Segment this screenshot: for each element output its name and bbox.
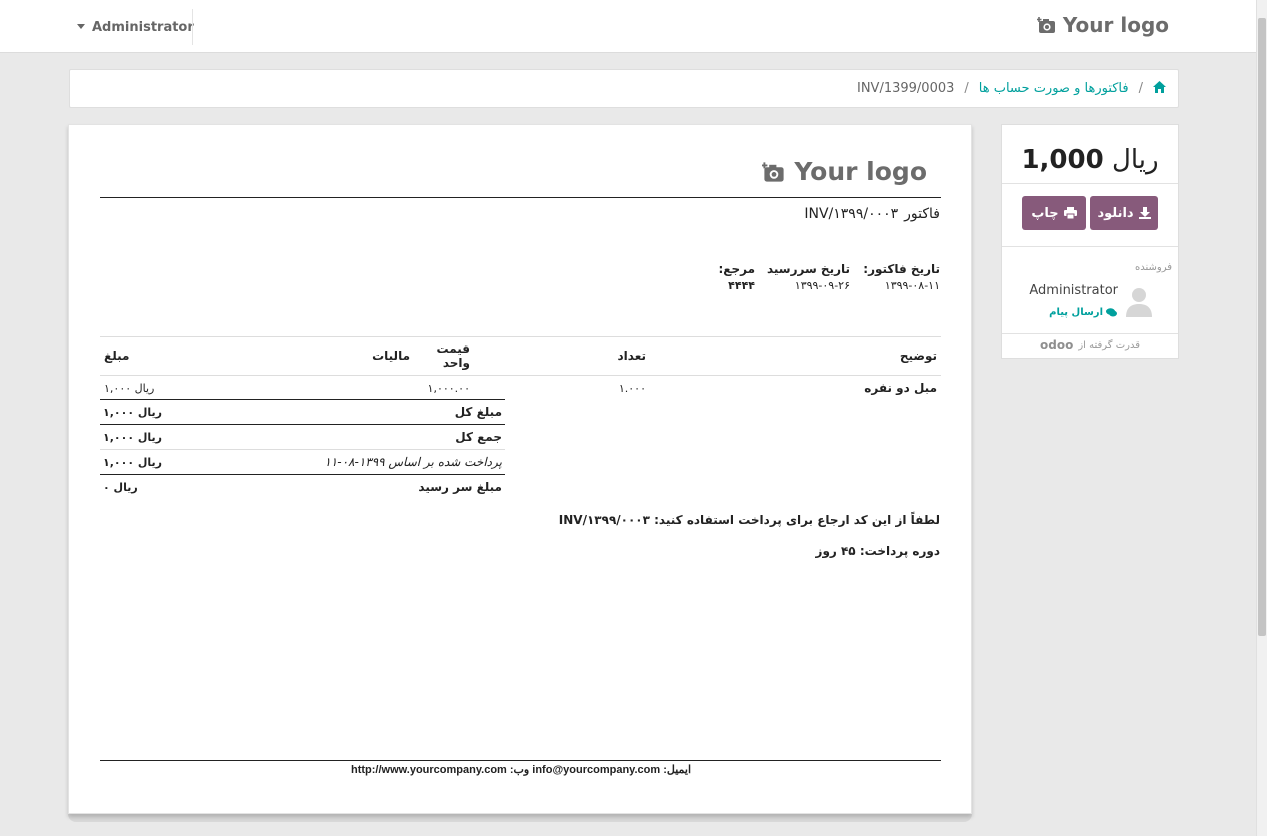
print-label: چاپ [1031,205,1059,221]
top-navbar: Administrator Your logo [0,0,1256,53]
paid-label: پرداخت شده بر اساس ۱۳۹۹-۰۸-۱۱ [205,449,505,475]
amount-currency: ریال [1111,145,1159,175]
total-row-grand: ۱,۰۰۰ ریال جمع کل [100,424,505,450]
seller-name: Administrator [1029,283,1118,298]
invoice-amount: 1,000 ریال [1002,145,1178,175]
line-taxes [340,376,410,401]
powered-by-label: قدرت گرفته از [1078,339,1141,351]
brand-text: Your logo [1062,13,1169,37]
panel-divider [1002,246,1178,247]
col-taxes: مالیات [340,336,410,376]
download-label: دانلود [1097,205,1134,221]
invoice-date-label: تاریخ فاکتور: [863,262,940,276]
user-name: Administrator [92,19,194,35]
col-unit-price: قیمت واحد [410,336,470,376]
invoice-logo-text: Your logo [794,157,927,186]
amount-due: ۰ ریال [100,474,206,500]
line-quantity: ۱.۰۰۰ [618,381,646,395]
invoice-date: تاریخ فاکتور: ۱۳۹۹-۰۸-۱۱ [863,262,940,292]
download-icon [1138,207,1151,219]
print-icon [1063,207,1077,219]
brand-logo[interactable]: Your logo [1036,13,1169,37]
camera-plus-icon [1036,17,1055,33]
invoice-date-value: ۱۳۹۹-۰۸-۱۱ [884,279,940,292]
reference-label: مرجع: [718,262,755,276]
footer-rule [100,760,941,761]
due-date: تاریخ سررسید ۱۳۹۹-۰۹-۲۶ [767,262,850,292]
table-header-row: مبلغ مالیات قیمت واحد تعداد توضیح [100,336,941,376]
total-row-paid: ۱,۰۰۰ ریال پرداخت شده بر اساس ۱۳۹۹-۰۸-۱۱ [100,449,505,475]
col-quantity: تعداد [470,336,650,376]
scrollbar-thumb[interactable] [1258,18,1266,636]
breadcrumb-separator: / [964,81,969,96]
user-menu[interactable]: Administrator [77,17,194,37]
reference: مرجع: ۴۴۴۴ [718,262,755,292]
grand-total-label: جمع کل [205,424,505,450]
send-message-label: ارسال پیام [1049,307,1103,318]
navbar-divider [192,9,193,45]
print-button[interactable]: چاپ [1022,196,1086,230]
invoice-lines-table: مبلغ مالیات قیمت واحد تعداد توضیح ۱,۰۰۰ … [100,336,941,401]
breadcrumb-current: INV/1399/0003 [857,81,955,96]
invoice-summary-panel: 1,000 ریال دانلود چاپ فروشنده Administra… [1001,124,1179,359]
table-row: ۱,۰۰۰ ریال ۱,۰۰۰.۰۰ ۱.۰۰۰ مبل دو نفره [100,376,941,401]
camera-plus-icon [762,161,784,182]
payment-terms-note: دوره پرداخت: ۴۵ روز [815,544,940,558]
grand-total-amount: ۱,۰۰۰ ریال [100,424,206,450]
invoice-footer: ایمیل: info@yourcompany.com وب: http://w… [350,764,692,776]
avatar [1126,288,1152,317]
reference-value: ۴۴۴۴ [728,279,755,292]
panel-divider [1002,183,1178,184]
header-rule [100,197,941,198]
invoice-document: Your logo فاکتور INV/۱۳۹۹/۰۰۰۳ تاریخ فاک… [68,124,972,814]
panel-divider [1002,333,1178,334]
breadcrumb-invoices-link[interactable]: فاکتورها و صورت حساب ها [979,81,1129,96]
col-description: توضیح [650,336,941,376]
comments-icon [1106,308,1117,317]
subtotal-amount: ۱,۰۰۰ ریال [100,399,206,425]
total-row-subtotal: ۱,۰۰۰ ریال مبلغ کل [100,399,505,425]
caret-down-icon [77,24,85,29]
download-button[interactable]: دانلود [1090,196,1158,230]
breadcrumb: / فاکتورها و صورت حساب ها / INV/1399/000… [69,69,1179,108]
invoice-title-label: فاکتور [904,206,940,222]
invoice-number: INV/۱۳۹۹/۰۰۰۳ [804,206,899,222]
due-date-value: ۱۳۹۹-۰۹-۲۶ [794,279,850,292]
line-amount: ۱,۰۰۰ ریال [104,381,155,395]
totals-table: ۱,۰۰۰ ریال مبلغ کل ۱,۰۰۰ ریال جمع کل ۱,۰… [100,399,505,500]
seller-label: فروشنده [1134,262,1172,273]
col-amount: مبلغ [100,336,340,376]
line-description: مبل دو نفره [864,381,937,396]
line-unit-price: ۱,۰۰۰.۰۰ [427,381,470,395]
total-row-due: ۰ ریال مبلغ سر رسید [100,474,505,500]
home-icon[interactable] [1153,80,1166,97]
payment-reference-note: لطفاً از این کد ارجاع برای پرداخت استفاد… [558,513,940,527]
powered-by: قدرت گرفته از odoo [1002,338,1178,352]
invoice-title: فاکتور INV/۱۳۹۹/۰۰۰۳ [804,206,940,222]
send-message-link[interactable]: ارسال پیام [1049,307,1117,318]
amount-value: 1,000 [1021,145,1104,175]
due-date-label: تاریخ سررسید [766,262,850,276]
subtotal-label: مبلغ کل [205,399,505,425]
breadcrumb-separator: / [1138,81,1143,96]
paid-amount: ۱,۰۰۰ ریال [100,449,206,475]
odoo-logo[interactable]: odoo [1040,338,1073,352]
amount-due-label: مبلغ سر رسید [205,474,505,500]
invoice-logo: Your logo [762,157,927,186]
